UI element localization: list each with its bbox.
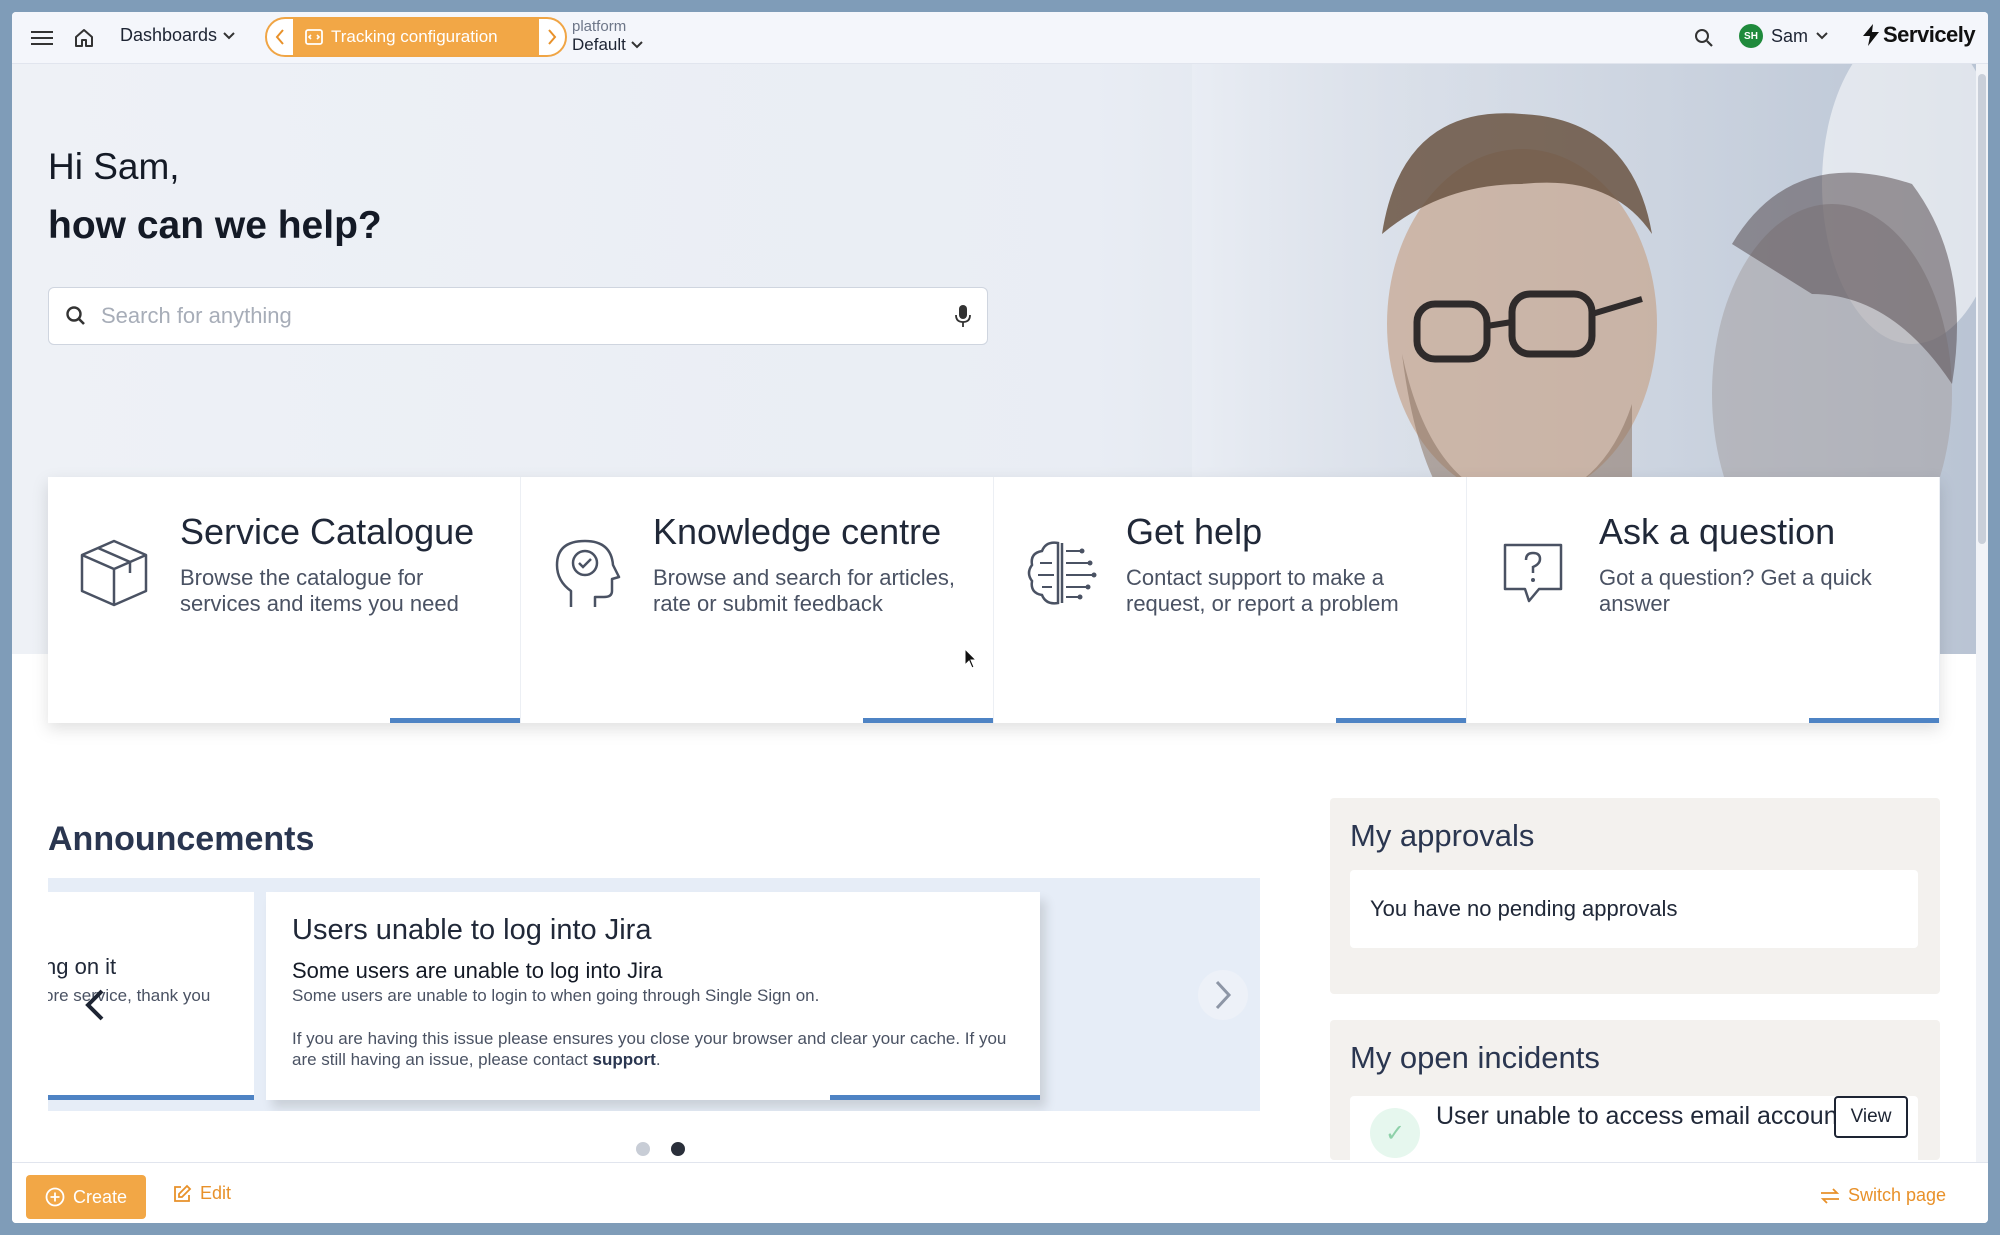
card-ask-a-question[interactable]: Ask a question Got a question? Get a qui…	[1467, 477, 1940, 723]
question-bubble-icon	[1503, 543, 1563, 603]
approvals-empty-message: You have no pending approvals	[1350, 870, 1918, 948]
chevron-right-icon	[548, 29, 557, 45]
tracking-configuration-label: Tracking configuration	[331, 27, 498, 46]
dashboards-label: Dashboards	[120, 25, 218, 45]
carousel-pagination	[636, 1142, 685, 1156]
slide-paragraph-end: .	[655, 1050, 661, 1069]
swap-arrows-icon	[1820, 1187, 1840, 1204]
user-name: Sam	[1771, 25, 1809, 46]
tracking-prev-button[interactable]	[267, 19, 293, 55]
platform-value: Default	[572, 35, 626, 54]
top-navigation-bar: Dashboards Tracking configuration platfo…	[12, 12, 1988, 64]
card-title: Knowledge centre	[653, 511, 942, 552]
help-heading: how can we help?	[48, 204, 382, 247]
plus-circle-icon	[45, 1187, 65, 1207]
support-link[interactable]: support	[593, 1050, 656, 1069]
chevron-left-icon	[85, 989, 104, 1021]
dashboards-menu[interactable]: Dashboards	[120, 25, 235, 46]
card-description: Got a question? Get a quick answer	[1599, 565, 1872, 616]
card-title: Ask a question	[1599, 511, 1836, 552]
edit-button[interactable]: Edit	[172, 1183, 231, 1204]
box-icon	[80, 539, 148, 607]
my-open-incidents-panel: My open incidents ✓ User unable to acces…	[1330, 1020, 1940, 1160]
check-icon: ✓	[1370, 1108, 1420, 1158]
page-scrollbar[interactable]	[1976, 64, 1988, 1162]
carousel-dot-1[interactable]	[636, 1142, 650, 1156]
panel-title: My open incidents	[1350, 1040, 1600, 1075]
lightning-icon	[1863, 24, 1879, 46]
announcements-carousel: ng on it ore service, thank you Users un…	[48, 878, 1260, 1111]
tracking-configuration-pill: Tracking configuration	[265, 17, 567, 57]
search-icon	[66, 306, 85, 325]
slide-accent-bar	[830, 1095, 1040, 1100]
platform-selector[interactable]: platform Default	[572, 18, 643, 54]
card-description: Browse and search for articles, rate or …	[653, 565, 956, 616]
card-accent-bar	[1336, 718, 1466, 723]
bottom-toolbar: Create Edit Switch page	[12, 1162, 1988, 1223]
quick-links-cards: Service Catalogue Browse the catalogue f…	[48, 477, 1941, 733]
carousel-prev-button[interactable]	[84, 983, 106, 1033]
edit-icon	[174, 1184, 192, 1202]
carousel-next-button[interactable]	[1198, 970, 1248, 1020]
card-get-help[interactable]: Get help Contact support to make a reque…	[994, 477, 1467, 723]
search-input[interactable]	[101, 303, 941, 329]
announcement-slide-previous[interactable]: ng on it ore service, thank you	[48, 892, 254, 1100]
card-accent-bar	[1809, 718, 1939, 723]
create-label: Create	[72, 1186, 128, 1207]
card-title: Get help	[1126, 511, 1263, 552]
search-bar	[48, 287, 988, 345]
incident-item[interactable]: ✓ User unable to access email account du…	[1350, 1096, 1918, 1160]
switch-page-button[interactable]: Switch page	[1820, 1185, 1946, 1206]
slide-text: ore service, thank you	[48, 986, 211, 1005]
chevron-down-icon	[223, 31, 235, 39]
head-check-icon	[555, 539, 621, 607]
chevron-down-icon	[631, 41, 643, 49]
search-icon[interactable]	[1692, 26, 1716, 50]
app-window: Dashboards Tracking configuration platfo…	[12, 12, 1988, 1223]
my-approvals-panel: My approvals You have no pending approva…	[1330, 798, 1940, 994]
view-incident-button[interactable]: View	[1834, 1096, 1908, 1138]
greeting-text: Hi Sam,	[48, 146, 180, 187]
slide-paragraph: If you are having this issue please ensu…	[292, 1028, 1022, 1070]
avatar: SH	[1739, 24, 1763, 48]
slide-title: ng on it	[48, 954, 117, 979]
card-service-catalogue[interactable]: Service Catalogue Browse the catalogue f…	[48, 477, 521, 723]
chevron-right-icon	[1215, 980, 1232, 1010]
create-button[interactable]: Create	[26, 1175, 146, 1219]
panel-title: My approvals	[1350, 818, 1535, 853]
slide-accent-bar	[48, 1095, 254, 1100]
microphone-icon[interactable]	[955, 304, 971, 328]
tracking-configuration-button[interactable]: Tracking configuration	[293, 19, 539, 55]
card-knowledge-centre[interactable]: Knowledge centre Browse and search for a…	[521, 477, 994, 723]
chevron-down-icon	[1816, 32, 1828, 40]
brand-name: Servicely	[1883, 22, 1976, 47]
announcement-slide[interactable]: Users unable to log into Jira Some users…	[266, 892, 1040, 1100]
brand-logo: Servicely	[1861, 22, 1976, 48]
home-icon[interactable]	[72, 26, 96, 50]
brain-icon	[1027, 541, 1097, 605]
mouse-cursor-icon	[964, 648, 978, 669]
incident-text: User unable to access email account due …	[1436, 1104, 1836, 1129]
card-description: Contact support to make a request, or re…	[1126, 565, 1399, 616]
carousel-dot-2[interactable]	[671, 1142, 685, 1156]
edit-label: Edit	[200, 1183, 232, 1203]
card-accent-bar	[390, 718, 520, 723]
hamburger-menu-icon[interactable]	[30, 26, 54, 50]
slide-title: Users unable to log into Jira	[292, 914, 652, 946]
card-description: Browse the catalogue for services and it…	[180, 565, 459, 616]
chevron-left-icon	[275, 29, 284, 45]
slide-body: Some users are unable to login to when g…	[292, 986, 820, 1005]
switch-page-label: Switch page	[1848, 1185, 1947, 1205]
tracking-next-button[interactable]	[539, 19, 565, 55]
user-menu[interactable]: SH Sam	[1739, 24, 1828, 48]
announcements-heading: Announcements	[48, 820, 315, 858]
platform-label: platform	[572, 18, 627, 35]
slide-subtitle: Some users are unable to log into Jira	[292, 958, 663, 983]
card-title: Service Catalogue	[180, 511, 475, 552]
code-window-icon	[305, 29, 323, 45]
scrollbar-thumb[interactable]	[1978, 74, 1986, 544]
card-accent-bar	[863, 718, 993, 723]
